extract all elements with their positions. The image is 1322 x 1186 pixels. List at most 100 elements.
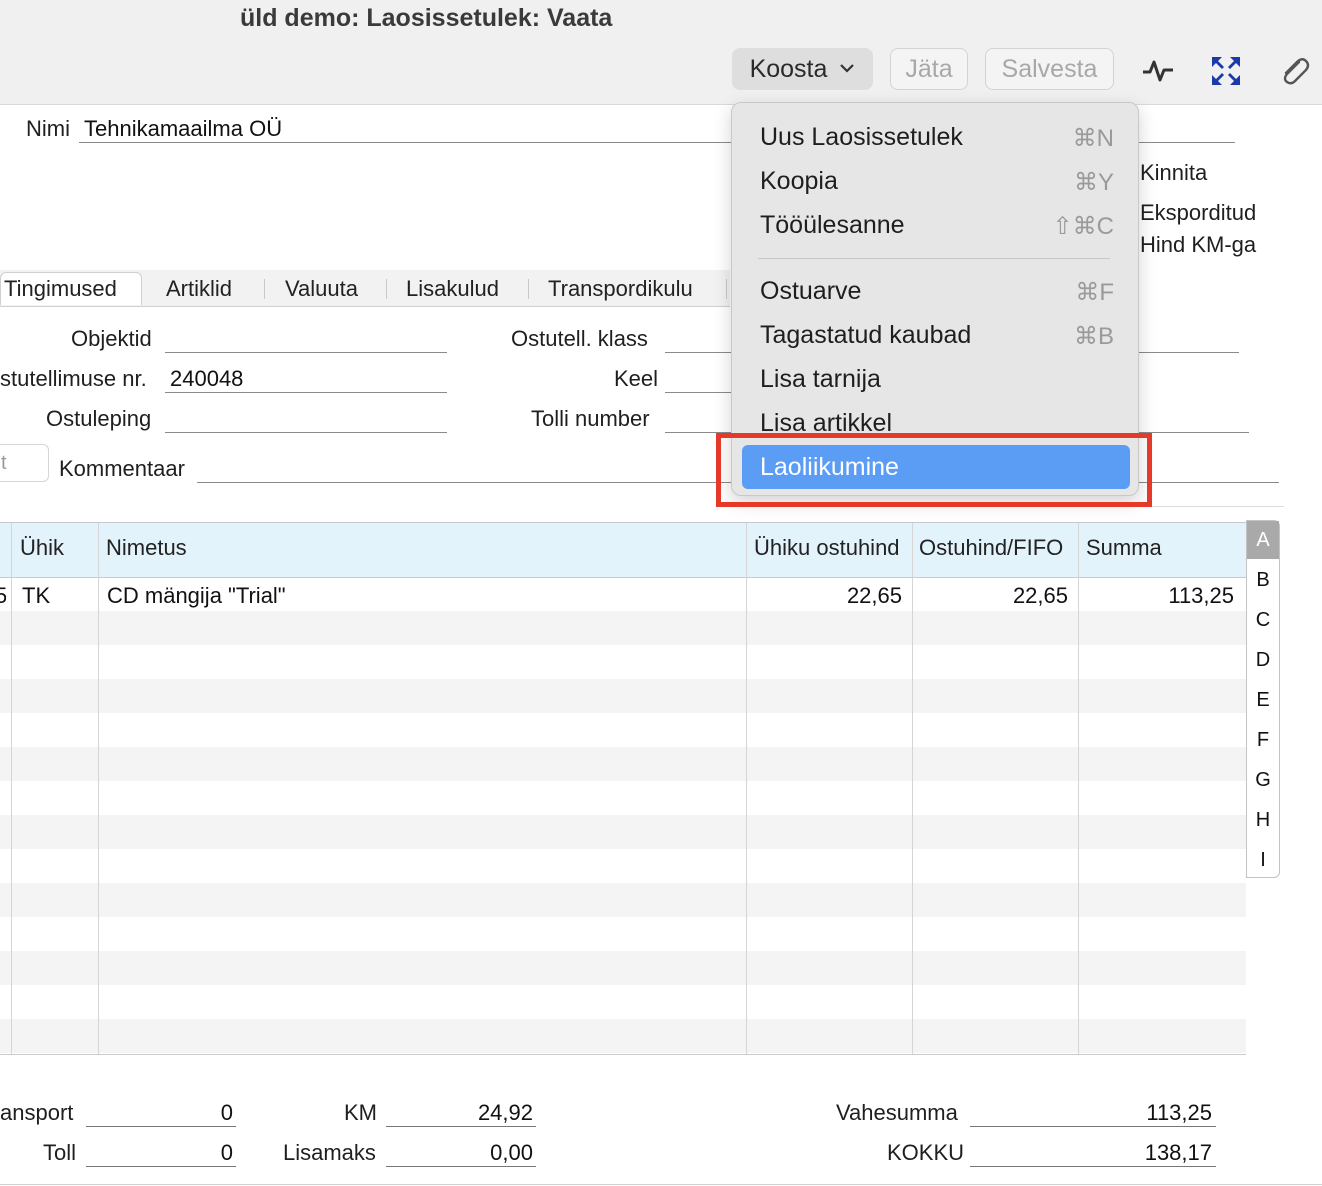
menu-item-tagastatud-kaubad[interactable]: Tagastatud kaubad (760, 321, 971, 350)
hind-km-label[interactable]: Hind KM-ga (1140, 232, 1256, 258)
vahesumma-value[interactable]: 113,25 (970, 1100, 1212, 1126)
table-row-stripe (0, 815, 1246, 849)
title-bar (0, 0, 1322, 105)
cell-sum[interactable]: 113,25 (1086, 583, 1234, 609)
tab-separator (386, 279, 387, 299)
keel-field[interactable] (665, 392, 731, 393)
alphabet-letter-e[interactable]: E (1247, 689, 1279, 712)
menu-item-uus-laosissetulek[interactable]: Uus Laosissetulek (760, 123, 963, 152)
kokku-label: KOKKU (887, 1140, 965, 1165)
ostutell-klass-field-right (1139, 352, 1239, 353)
kokku-value[interactable]: 138,17 (970, 1140, 1212, 1166)
menu-item-tooulesanne[interactable]: Tööülesanne (760, 211, 905, 240)
alphabet-letter-f[interactable]: F (1247, 729, 1279, 752)
ostuleping-label: Ostuleping (46, 406, 152, 431)
menu-item-ostuarve[interactable]: Ostuarve (760, 277, 861, 306)
ostutell-klass-label: Ostutell. klass (511, 326, 648, 351)
eksporditud-label[interactable]: Eksporditud (1140, 200, 1256, 226)
transport-label: ansport (0, 1100, 74, 1125)
activity-icon[interactable] (1141, 54, 1175, 88)
paperclip-icon[interactable] (1277, 54, 1311, 88)
toll-value[interactable]: 0 (86, 1140, 233, 1166)
kommentaar-field[interactable] (197, 482, 731, 483)
table-row-stripe (0, 883, 1246, 917)
left-box[interactable]: t (0, 444, 49, 482)
kokku-field-line (970, 1166, 1216, 1167)
alphabet-letter-c[interactable]: C (1247, 609, 1279, 632)
articles-table[interactable]: Ühik Nimetus Ühiku ostuhind Ostuhind/FIF… (0, 522, 1246, 1055)
vahesumma-label: Vahesumma (836, 1100, 958, 1125)
menu-shortcut: ⌘N (1072, 125, 1114, 152)
menu-item-lisa-tarnija[interactable]: Lisa tarnija (760, 365, 881, 394)
alphabet-letter-a[interactable]: A (1247, 521, 1279, 559)
ostutellimuse-nr-value[interactable]: 240048 (170, 366, 243, 392)
column-header-uhik[interactable]: Ühik (20, 535, 64, 561)
menu-item-koopia[interactable]: Koopia (760, 167, 838, 196)
tab-tingimused[interactable]: Tingimused (4, 276, 117, 302)
ostuleping-field[interactable] (165, 432, 447, 433)
jata-button[interactable]: Jäta (890, 48, 968, 90)
table-row-stripe (0, 951, 1246, 985)
menu-shortcut: ⌘Y (1073, 169, 1114, 196)
tab-transpordikulu[interactable]: Transpordikulu (548, 276, 693, 302)
transport-value[interactable]: 0 (86, 1100, 233, 1126)
tolli-number-label: Tolli number (531, 406, 650, 431)
column-divider (912, 523, 913, 1054)
tab-valuuta[interactable]: Valuuta (285, 276, 358, 302)
cell-unit[interactable]: TK (22, 583, 50, 609)
alphabet-letter-i[interactable]: I (1247, 849, 1279, 872)
chevron-down-icon (839, 61, 855, 79)
km-field-line (386, 1126, 536, 1127)
tab-artiklid[interactable]: Artiklid (166, 276, 232, 302)
menu-shortcut: ⇧⌘C (1052, 213, 1114, 240)
alphabet-letter-h[interactable]: H (1247, 809, 1279, 832)
menu-shortcut: ⌘B (1073, 323, 1114, 350)
left-box-text: t (1, 452, 7, 474)
kommentaar-field-right (1139, 482, 1279, 483)
menu-separator (758, 258, 1110, 259)
cell-fifo[interactable]: 22,65 (920, 583, 1068, 609)
koosta-button[interactable]: Koosta (732, 48, 873, 90)
ostutell-klass-field[interactable] (665, 352, 731, 353)
lisamaks-field-line (386, 1166, 536, 1167)
tab-lisakulud[interactable]: Lisakulud (406, 276, 499, 302)
objektid-field[interactable] (165, 352, 447, 353)
lisamaks-label: Lisamaks (283, 1140, 376, 1165)
menu-shortcut: ⌘F (1075, 279, 1114, 306)
km-value[interactable]: 24,92 (386, 1100, 533, 1126)
ostutellimuse-nr-field (165, 392, 447, 393)
toll-label: Toll (43, 1140, 77, 1165)
salvesta-button[interactable]: Salvesta (985, 48, 1114, 90)
ostutellimuse-nr-label: stutellimuse nr. (0, 366, 147, 391)
expand-icon[interactable] (1209, 54, 1243, 88)
objektid-label: Objektid (71, 326, 152, 351)
cell-unit-price[interactable]: 22,65 (760, 583, 902, 609)
bottom-divider (0, 1184, 1322, 1185)
alphabet-letter-d[interactable]: D (1247, 649, 1279, 672)
nimi-value[interactable]: Tehnikamaailma OÜ (84, 116, 282, 142)
alphabet-letter-b[interactable]: B (1247, 569, 1279, 592)
nimi-field-line-right (1139, 142, 1235, 143)
column-divider (11, 523, 12, 1054)
alphabet-index: A B C D E F G H I (1246, 520, 1280, 878)
row-prefix: 5 (0, 583, 6, 609)
column-header-ostuhind-fifo[interactable]: Ostuhind/FIFO (919, 535, 1063, 561)
kinnita-label[interactable]: Kinnita (1140, 160, 1207, 186)
alphabet-letter-g[interactable]: G (1247, 769, 1279, 792)
column-header-summa[interactable]: Summa (1086, 535, 1162, 561)
koosta-label: Koosta (749, 54, 828, 83)
cell-name[interactable]: CD mängija "Trial" (107, 583, 286, 609)
nimi-field-line (79, 142, 731, 143)
column-divider (746, 523, 747, 1054)
window-title: üld demo: Laosissetulek: Vaata (240, 4, 613, 32)
column-header-uhiku-ostuhind[interactable]: Ühiku ostuhind (754, 535, 900, 561)
lisamaks-value[interactable]: 0,00 (386, 1140, 533, 1166)
tab-separator (528, 279, 529, 299)
keel-label: Keel (614, 366, 659, 391)
column-header-nimetus[interactable]: Nimetus (106, 535, 187, 561)
km-label: KM (344, 1100, 377, 1125)
table-row-stripe (0, 679, 1246, 713)
vahesumma-field-line (970, 1126, 1216, 1127)
nimi-label: Nimi (26, 116, 70, 141)
kommentaar-label: Kommentaar (59, 456, 185, 481)
